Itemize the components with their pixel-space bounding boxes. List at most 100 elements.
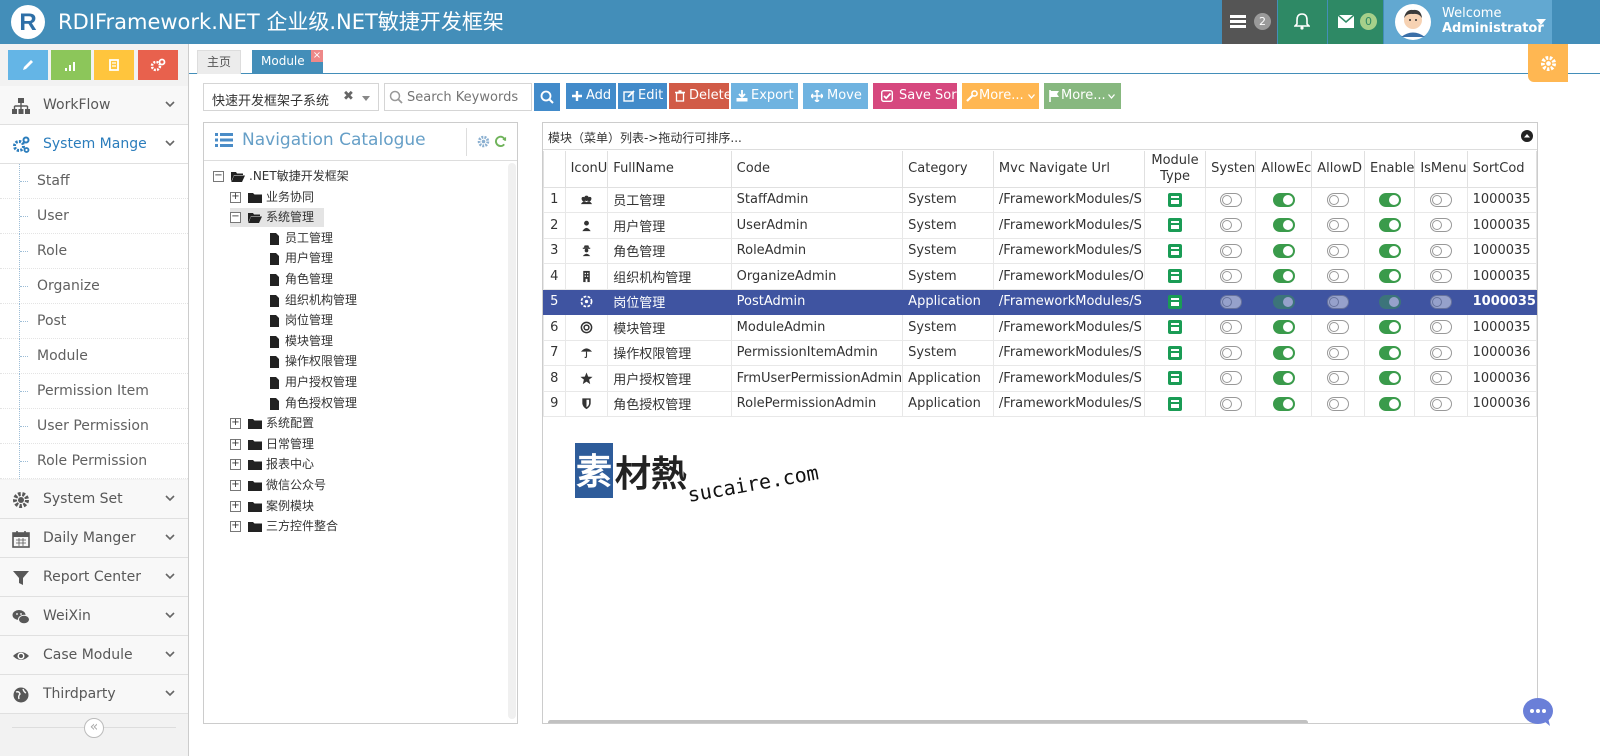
expand-toggle[interactable]: −	[213, 171, 224, 182]
tree-node-group[interactable]: + 日常管理	[230, 435, 350, 454]
table-row[interactable]: 9 角色授权管理 RolePermissionAdmin Application/Fr…	[543, 390, 1537, 417]
submenu-post[interactable]: Post	[0, 304, 188, 339]
toggle-switch[interactable]	[1429, 192, 1452, 207]
table-row[interactable]: 1 员工管理 StaffAdmin System/FrameworkModules/S…	[543, 186, 1537, 213]
refresh-icon[interactable]	[494, 135, 507, 148]
expand-toggle[interactable]: +	[230, 521, 241, 533]
expand-toggle[interactable]: −	[230, 212, 241, 224]
toggle-switch[interactable]	[1327, 345, 1350, 360]
toggle-switch[interactable]	[1219, 269, 1242, 284]
toggle-switch[interactable]	[1327, 294, 1350, 309]
table-row[interactable]: 3 角色管理 RoleAdmin System/FrameworkModules/S 1…	[543, 237, 1537, 264]
toggle-switch[interactable]	[1327, 320, 1350, 335]
toggle-switch[interactable]	[1219, 396, 1242, 411]
toggle-switch[interactable]	[1429, 371, 1452, 386]
tree-node-leaf[interactable]: 用户授权管理	[270, 373, 380, 392]
gear-icon[interactable]	[477, 135, 490, 148]
tree-node-leaf[interactable]: 员工管理	[270, 229, 380, 248]
col-header[interactable]: IsMenu	[1414, 151, 1468, 188]
menu-system-mange[interactable]: System Mange	[0, 125, 188, 164]
subsystem-select[interactable]: 快速开发框架子系统 ✖	[203, 83, 379, 111]
toggle-switch[interactable]	[1429, 320, 1452, 335]
tree-node-leaf[interactable]: 岗位管理	[270, 311, 380, 330]
submenu-user-permission[interactable]: User Permission	[0, 409, 188, 444]
col-header[interactable]: Enable	[1364, 151, 1416, 188]
toggle-switch[interactable]	[1378, 243, 1401, 258]
toggle-switch[interactable]	[1219, 218, 1242, 233]
tree-node-leaf[interactable]: 角色管理	[270, 270, 380, 289]
submenu-module[interactable]: Module	[0, 339, 188, 374]
toggle-switch[interactable]	[1272, 396, 1295, 411]
toggle-switch[interactable]	[1429, 294, 1452, 309]
close-icon[interactable]: ×	[311, 50, 323, 62]
toggle-switch[interactable]	[1219, 192, 1242, 207]
search-button[interactable]	[534, 83, 560, 111]
col-header[interactable]: IconU	[564, 151, 609, 188]
col-header[interactable]: SortCod	[1466, 151, 1537, 188]
toggle-switch[interactable]	[1219, 345, 1242, 360]
submenu-role[interactable]: Role	[0, 234, 188, 269]
notifications-button[interactable]	[1278, 0, 1327, 44]
submenu-organize[interactable]: Organize	[0, 269, 188, 304]
menu-report-center[interactable]: Report Center	[0, 558, 188, 597]
submenu-permission-item[interactable]: Permission Item	[0, 374, 188, 409]
sidebar-collapse-button[interactable]: «	[84, 718, 104, 738]
menu-daily-manger[interactable]: Daily Manger	[0, 519, 188, 558]
move-button[interactable]: Move	[803, 83, 868, 109]
submenu-user[interactable]: User	[0, 199, 188, 234]
tab-module[interactable]: Module ×	[252, 50, 323, 74]
menu-case-module[interactable]: Case Module	[0, 636, 188, 675]
shortcut-signal-button[interactable]	[51, 50, 91, 80]
toggle-switch[interactable]	[1327, 269, 1350, 284]
add-button[interactable]: Add	[566, 83, 616, 109]
scrollbar[interactable]	[508, 163, 516, 719]
toggle-switch[interactable]	[1272, 269, 1295, 284]
table-row[interactable]: 7 操作权限管理 PermissionItemAdmin System/Framewo…	[543, 339, 1537, 366]
expand-toggle[interactable]: +	[230, 191, 241, 203]
tree-node-group[interactable]: + 三方控件整合	[230, 517, 350, 536]
shortcut-pencil-button[interactable]	[8, 50, 48, 80]
toggle-switch[interactable]	[1429, 269, 1452, 284]
col-header[interactable]: AllowD	[1311, 151, 1366, 188]
menu-system-set[interactable]: System Set	[0, 480, 188, 519]
toggle-switch[interactable]	[1327, 243, 1350, 258]
menu-workflow[interactable]: WorkFlow	[0, 86, 188, 125]
chat-icon[interactable]	[1522, 697, 1554, 727]
clear-icon[interactable]: ✖	[343, 89, 354, 104]
shortcut-cogs-button[interactable]	[138, 50, 178, 80]
table-row[interactable]: 4 组织机构管理 OrganizeAdmin System/FrameworkModu…	[543, 263, 1537, 290]
menu-thirdparty[interactable]: Thirdparty	[0, 675, 188, 714]
user-menu[interactable]: Welcome Administrator	[1384, 0, 1552, 44]
collapse-icon[interactable]	[1521, 130, 1533, 142]
tree-node-leaf[interactable]: 角色授权管理	[270, 394, 380, 413]
tree-node-root[interactable]: − .NET敏捷开发框架	[213, 167, 373, 186]
toggle-switch[interactable]	[1378, 345, 1401, 360]
col-header[interactable]: Module Type	[1143, 151, 1207, 188]
toggle-switch[interactable]	[1327, 192, 1350, 207]
expand-toggle[interactable]: +	[230, 480, 241, 491]
toggle-switch[interactable]	[1219, 294, 1242, 309]
tree-node-group[interactable]: + 业务协同	[230, 188, 340, 207]
horizontal-scrollbar[interactable]	[548, 720, 1308, 723]
table-row[interactable]: 8 用户授权管理 FrmUserPermissionAdmin Application…	[543, 365, 1537, 392]
toggle-switch[interactable]	[1429, 396, 1452, 411]
col-header[interactable]: FullName	[607, 151, 732, 188]
tree-node-group[interactable]: + 报表中心	[230, 455, 350, 474]
expand-toggle[interactable]: +	[230, 459, 241, 471]
toggle-switch[interactable]	[1219, 320, 1242, 335]
tree-node-group[interactable]: + 案例模块	[230, 497, 350, 516]
toggle-switch[interactable]	[1378, 192, 1401, 207]
edit-button[interactable]: Edit	[618, 83, 667, 109]
toggle-switch[interactable]	[1429, 218, 1452, 233]
toggle-switch[interactable]	[1378, 320, 1401, 335]
tree-node-leaf[interactable]: 用户管理	[270, 249, 380, 268]
more-button-orange[interactable]: More...	[962, 83, 1039, 109]
toggle-switch[interactable]	[1327, 218, 1350, 233]
toggle-switch[interactable]	[1378, 371, 1401, 386]
table-row[interactable]: 6 模块管理 ModuleAdmin System/FrameworkModules/…	[543, 314, 1537, 341]
toggle-switch[interactable]	[1272, 294, 1295, 309]
tree-node-leaf[interactable]: 模块管理	[270, 332, 380, 351]
toggle-switch[interactable]	[1272, 371, 1295, 386]
settings-button[interactable]	[1528, 44, 1568, 82]
toggle-switch[interactable]	[1219, 243, 1242, 258]
